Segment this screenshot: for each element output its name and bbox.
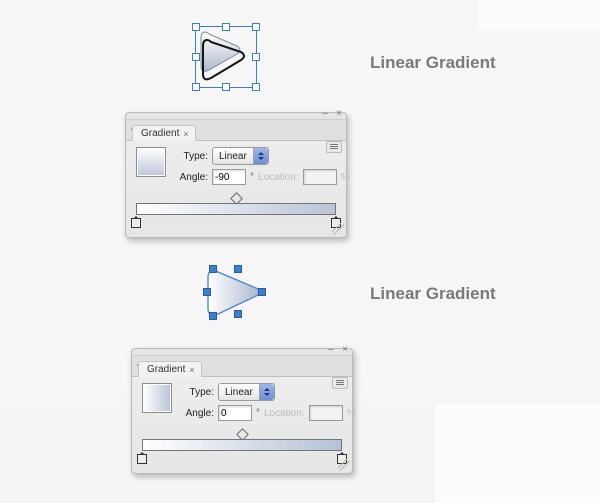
play-shape-svg [195, 26, 257, 88]
tab-close-icon[interactable]: × [189, 365, 194, 375]
anchor-point[interactable] [234, 265, 242, 273]
gradient-track[interactable] [142, 439, 342, 451]
minimize-icon[interactable]: – [326, 346, 336, 354]
location-input [303, 169, 337, 185]
anchor-point[interactable] [234, 310, 242, 318]
angle-input[interactable] [212, 169, 246, 185]
background-block-bottom [435, 403, 600, 503]
resize-grip-icon[interactable] [338, 459, 350, 471]
anchor-point[interactable] [209, 312, 217, 320]
tab-gradient[interactable]: Gradient × [132, 125, 196, 141]
caption-linear-gradient-2: Linear Gradient [370, 284, 496, 304]
degree-symbol: ° [250, 172, 254, 183]
tab-gradient[interactable]: Gradient × [138, 361, 202, 377]
resize-grip-icon[interactable] [332, 223, 344, 235]
gradient-swatch[interactable] [136, 147, 166, 177]
type-label: Type: [180, 387, 214, 398]
location-input [309, 405, 343, 421]
degree-symbol: ° [256, 408, 260, 419]
chevron-updown-icon[interactable] [253, 148, 268, 164]
percent-symbol: % [347, 408, 356, 419]
tab-label: Gradient [147, 364, 185, 375]
type-select[interactable]: Linear [218, 383, 275, 401]
panel-titlebar[interactable]: – × [132, 349, 352, 356]
gradient-stop-left[interactable] [131, 213, 141, 227]
gradient-panel-1: – × Gradient × Type: Linear Angle: ° Loc… [125, 112, 347, 238]
gradient-slider[interactable] [136, 199, 336, 227]
anchor-point[interactable] [209, 265, 217, 273]
gradient-panel-2: – × Gradient × Type: Linear Angle: ° Loc… [131, 348, 353, 474]
location-label: Location: [264, 408, 305, 419]
tab-close-icon[interactable]: × [183, 129, 188, 139]
close-icon[interactable]: × [334, 110, 344, 118]
type-select-value: Linear [219, 387, 259, 398]
location-label: Location: [258, 172, 299, 183]
artwork-shape-2[interactable] [200, 262, 268, 324]
angle-label: Angle: [180, 408, 214, 419]
anchor-point[interactable] [203, 288, 211, 296]
panel-tab-row: Gradient × [126, 120, 346, 141]
gradient-slider[interactable] [142, 435, 342, 463]
minimize-icon[interactable]: – [320, 110, 330, 118]
anchor-point[interactable] [258, 288, 266, 296]
angle-input[interactable] [218, 405, 252, 421]
type-label: Type: [174, 151, 208, 162]
type-select-value: Linear [213, 151, 253, 162]
artwork-shape-1[interactable] [195, 26, 257, 88]
chevron-updown-icon[interactable] [259, 384, 274, 400]
type-select[interactable]: Linear [212, 147, 269, 165]
gradient-stop-left[interactable] [137, 449, 147, 463]
panel-tab-row: Gradient × [132, 356, 352, 377]
close-icon[interactable]: × [340, 346, 350, 354]
percent-symbol: % [341, 172, 350, 183]
gradient-swatch[interactable] [142, 383, 172, 413]
caption-linear-gradient-1: Linear Gradient [370, 53, 496, 73]
tab-label: Gradient [141, 128, 179, 139]
panel-titlebar[interactable]: – × [126, 113, 346, 120]
gradient-track[interactable] [136, 203, 336, 215]
angle-label: Angle: [174, 172, 208, 183]
background-block-top [478, 0, 600, 30]
